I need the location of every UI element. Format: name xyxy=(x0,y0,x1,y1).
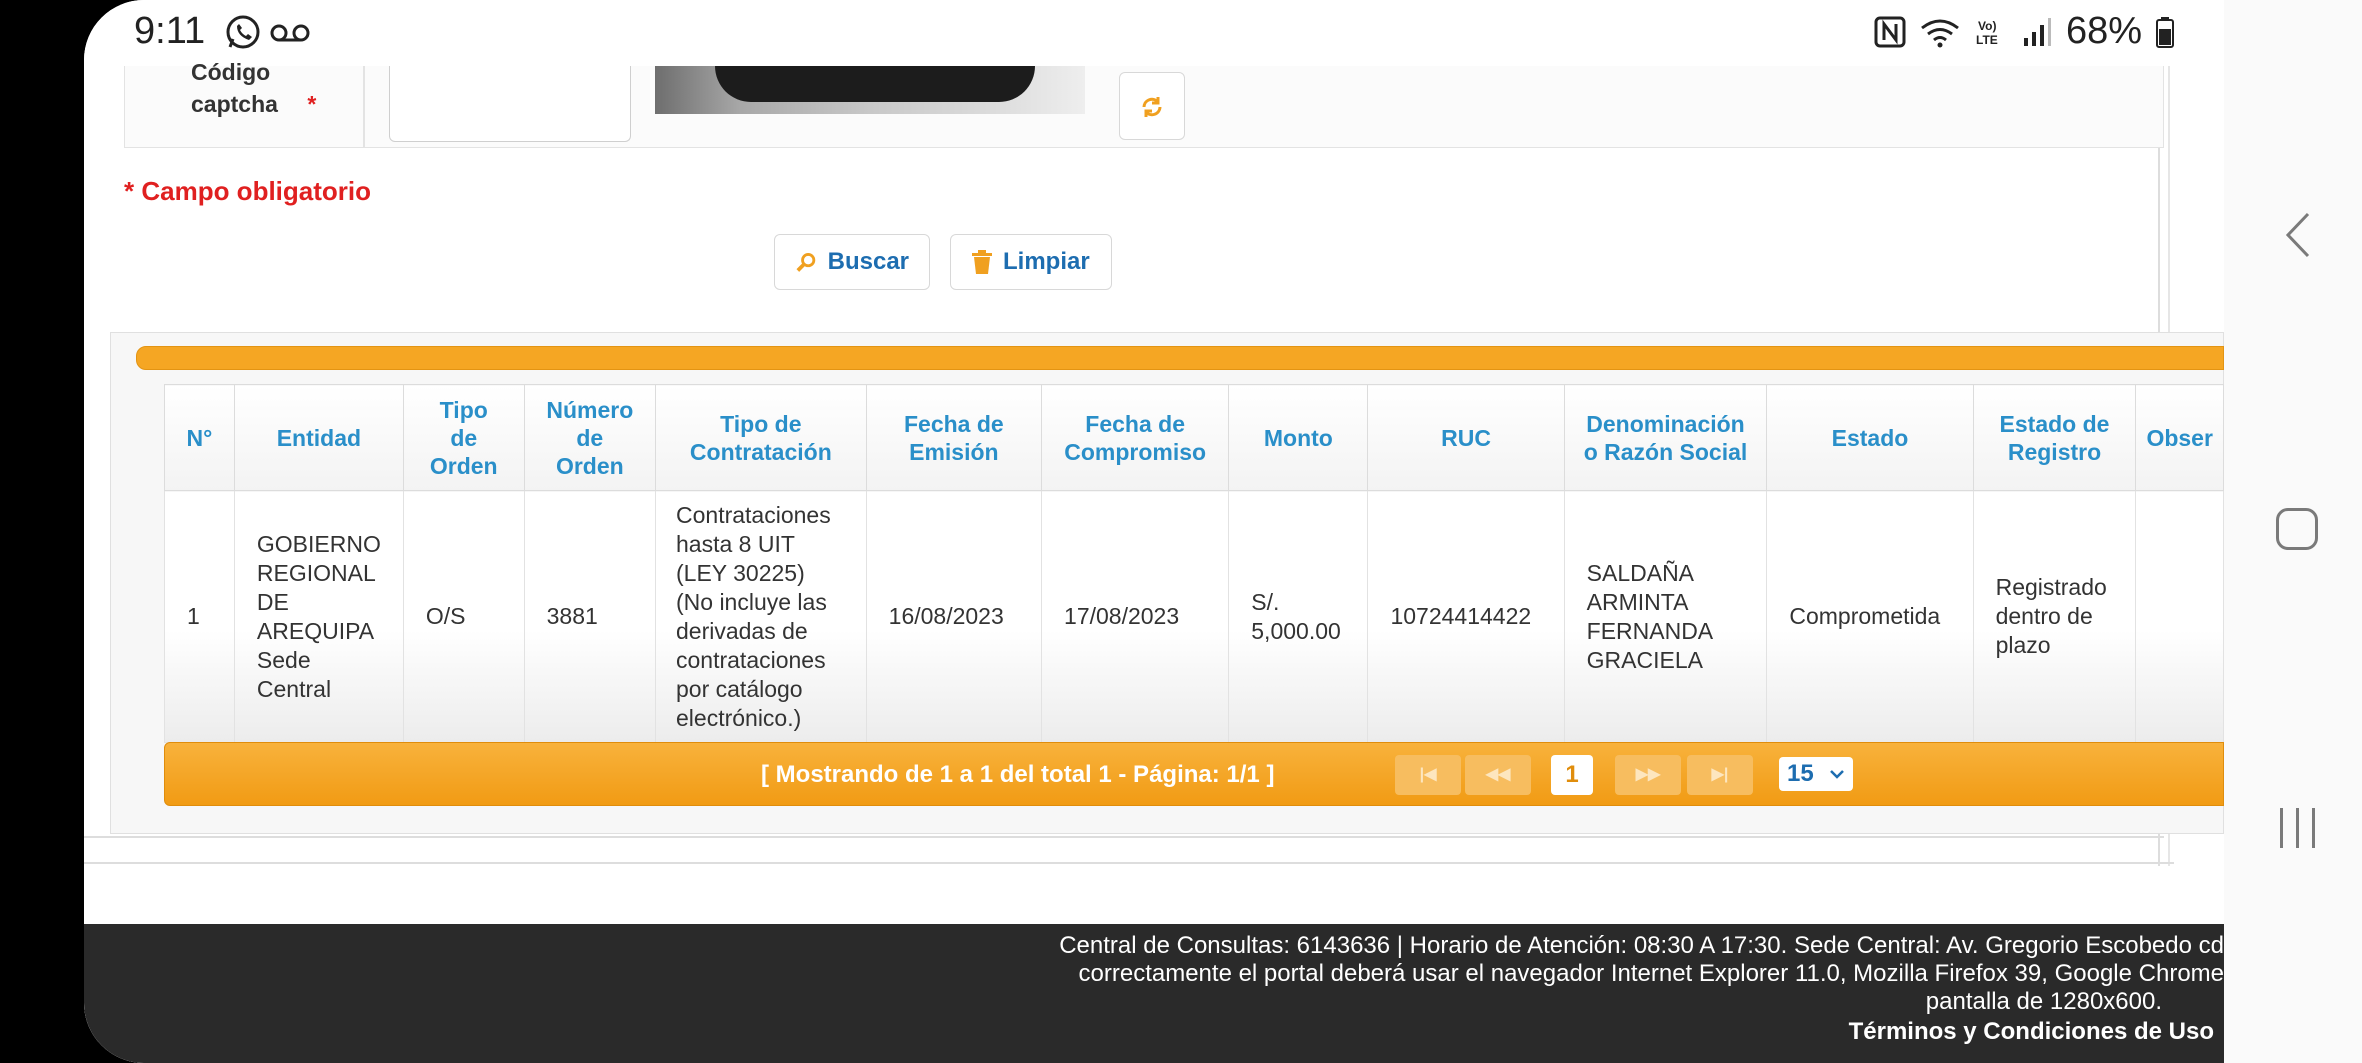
refresh-icon xyxy=(1142,97,1162,117)
frame-edge xyxy=(84,862,2174,864)
cell-tipo-contratacion: Contrataciones hasta 8 UIT (LEY 30225) (… xyxy=(655,490,867,743)
battery-percent: 68% xyxy=(2065,10,2142,52)
next-page-button[interactable]: ▶▶ xyxy=(1615,755,1681,795)
search-button-label: Buscar xyxy=(827,248,909,275)
col-header-fecha-emision[interactable]: Fecha de Emisión xyxy=(865,384,1043,491)
cell-monto: S/. 5,000.00 xyxy=(1228,490,1369,743)
page-content: Código captcha * * Campo obligatorio Bus… xyxy=(84,59,2224,1063)
results-header-bar xyxy=(136,346,2224,370)
nfc-icon xyxy=(1874,16,1906,47)
whatsapp-icon xyxy=(226,15,260,49)
battery-icon xyxy=(2156,16,2174,48)
cell-n: 1 xyxy=(164,490,235,743)
col-header-razon-social[interactable]: Denominación o Razón Social xyxy=(1563,384,1768,491)
back-icon[interactable] xyxy=(2282,210,2312,260)
first-page-button[interactable]: |◀ xyxy=(1395,755,1461,795)
captcha-label: Código captcha * xyxy=(191,56,316,120)
phone-screen: 9:11 Vo) LTE 68% Código captcha * * Camp… xyxy=(84,0,2224,1063)
pagination-bar: [ Mostrando de 1 a 1 del total 1 - Págin… xyxy=(164,742,2224,806)
col-header-estado[interactable]: Estado xyxy=(1766,384,1974,491)
pagination-summary: [ Mostrando de 1 a 1 del total 1 - Págin… xyxy=(761,761,1275,788)
page-size-value: 15 xyxy=(1787,760,1814,787)
cell-estado-registro: Registrado dentro de plazo xyxy=(1972,490,2137,743)
status-time: 9:11 xyxy=(134,10,206,52)
cell-estado: Comprometida xyxy=(1766,490,1974,743)
voicemail-icon xyxy=(270,24,310,42)
col-header-numero-orden[interactable]: Número de Orden xyxy=(523,384,657,491)
svg-text:Vo): Vo) xyxy=(1978,19,1996,33)
search-icon xyxy=(796,253,816,272)
footer-resolution-note: pantalla de 1280x600. xyxy=(1925,988,2162,1015)
recents-bar xyxy=(2280,808,2283,848)
page-size-select[interactable]: 15 xyxy=(1779,757,1853,791)
required-mark: * xyxy=(307,91,317,117)
col-header-tipo-orden[interactable]: Tipo de Orden xyxy=(402,384,525,491)
col-header-ruc[interactable]: RUC xyxy=(1367,384,1565,491)
search-button[interactable]: Buscar xyxy=(774,234,930,290)
svg-text:LTE: LTE xyxy=(1976,33,1998,47)
table-row: 1 GOBIERNO REGIONAL DE AREQUIPA Sede Cen… xyxy=(164,490,2224,743)
col-header-fecha-compromiso[interactable]: Fecha de Compromiso xyxy=(1041,384,1230,491)
col-header-n[interactable]: N° xyxy=(164,384,235,491)
cell-tipo-orden: O/S xyxy=(402,490,525,743)
required-note: * Campo obligatorio xyxy=(124,176,371,206)
col-header-estado-registro[interactable]: Estado de Registro xyxy=(1972,384,2137,491)
frame-edge xyxy=(84,836,2164,838)
cell-observacion xyxy=(2135,490,2224,743)
last-page-button[interactable]: ▶| xyxy=(1687,755,1753,795)
prev-page-button[interactable]: ◀◀ xyxy=(1465,755,1531,795)
table-header-row: N° Entidad Tipo de Orden Número de Orden… xyxy=(164,384,2224,491)
cell-numero-orden: 3881 xyxy=(523,490,657,743)
captcha-image xyxy=(655,66,1085,114)
col-header-observacion[interactable]: Obser xyxy=(2135,384,2224,491)
cell-ruc: 10724414422 xyxy=(1367,490,1565,743)
cell-razon-social: SALDAÑA ARMINTA FERNANDA GRACIELA xyxy=(1563,490,1768,743)
cell-fecha-compromiso: 17/08/2023 xyxy=(1041,490,1230,743)
footer-contact: Central de Consultas: 6143636 | Horario … xyxy=(1059,932,2224,959)
current-page-button[interactable]: 1 xyxy=(1551,755,1593,795)
status-right: Vo) LTE 68% xyxy=(1874,10,2174,53)
footer-browser-note: correctamente el portal deberá usar el n… xyxy=(1078,960,2224,987)
recents-bar xyxy=(2296,808,2299,848)
home-icon[interactable] xyxy=(2276,508,2318,550)
results-table: N° Entidad Tipo de Orden Número de Orden… xyxy=(164,384,2224,743)
cell-fecha-emision: 16/08/2023 xyxy=(865,490,1043,743)
col-header-monto[interactable]: Monto xyxy=(1228,384,1369,491)
refresh-captcha-button[interactable] xyxy=(1119,72,1185,140)
captcha-glyphs xyxy=(715,66,1035,102)
recents-bar xyxy=(2312,808,2315,848)
captcha-row: Código captcha * xyxy=(124,59,2164,148)
col-header-tipo-contratacion[interactable]: Tipo de Contratación xyxy=(655,384,867,491)
signal-icon xyxy=(2023,17,2051,46)
site-footer: Central de Consultas: 6143636 | Horario … xyxy=(84,924,2224,1063)
wifi-icon xyxy=(1921,19,1959,47)
trash-icon xyxy=(972,250,992,274)
clear-button[interactable]: Limpiar xyxy=(950,234,1112,290)
terms-link[interactable]: Términos y Condiciones de Uso xyxy=(1849,1018,2214,1046)
status-bar: 9:11 Vo) LTE 68% xyxy=(84,0,2224,66)
chevron-down-icon xyxy=(1830,770,1844,779)
captcha-label-text: Código captcha xyxy=(191,59,278,117)
cell-divider xyxy=(363,66,365,148)
clear-button-label: Limpiar xyxy=(1003,248,1090,275)
captcha-input[interactable] xyxy=(389,66,631,142)
col-header-entidad[interactable]: Entidad xyxy=(233,384,404,491)
volte-icon: Vo) LTE xyxy=(1976,19,1998,47)
cell-entidad: GOBIERNO REGIONAL DE AREQUIPA Sede Centr… xyxy=(233,490,404,743)
recents-icon[interactable] xyxy=(2278,808,2318,848)
